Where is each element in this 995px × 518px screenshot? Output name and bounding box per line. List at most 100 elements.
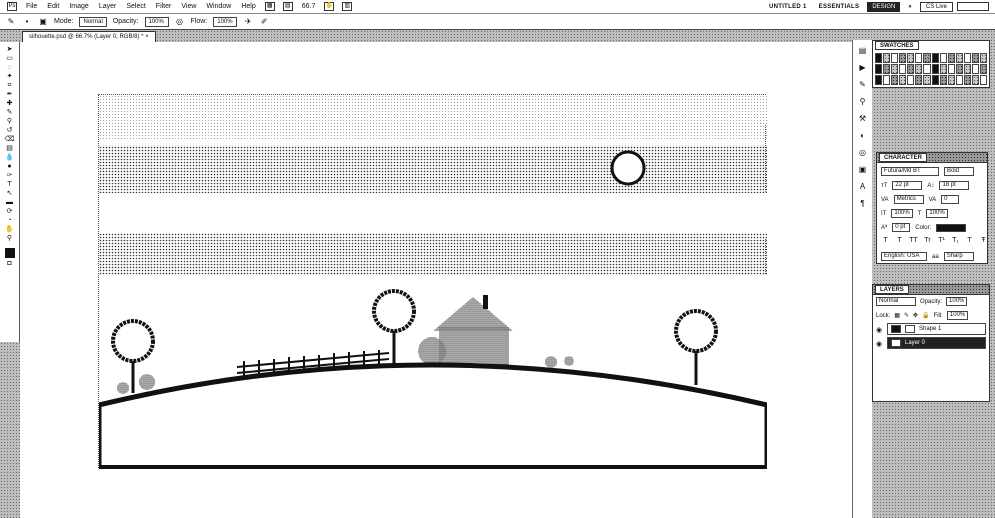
menu-window[interactable]: Window xyxy=(202,3,235,10)
brush-preset-icon[interactable]: ✎ xyxy=(6,17,16,27)
color-swatch[interactable] xyxy=(899,64,907,74)
anti-alias-select[interactable]: Sharp xyxy=(943,252,974,261)
more-workspaces-button[interactable]: » xyxy=(904,4,916,10)
font-family-select[interactable]: Futura/Md BT xyxy=(881,167,939,176)
color-swatch[interactable] xyxy=(899,75,907,85)
faux-bold-button[interactable]: T xyxy=(881,237,890,244)
color-swatch[interactable] xyxy=(955,64,963,74)
color-swatch[interactable] xyxy=(923,64,931,74)
workspace-essentials[interactable]: ESSENTIALS xyxy=(815,4,864,10)
color-swatch[interactable] xyxy=(883,75,891,85)
eraser-tool-icon[interactable]: ⌫ xyxy=(3,136,17,143)
menu-layer[interactable]: Layer xyxy=(95,3,121,10)
color-swatch[interactable] xyxy=(971,53,979,63)
cs-live-button[interactable]: CS Live xyxy=(919,1,953,12)
opacity-field[interactable]: 100% xyxy=(144,16,169,27)
blur-tool-icon[interactable]: 💧 xyxy=(3,154,17,161)
foreground-color-swatch[interactable] xyxy=(4,248,15,258)
color-swatch[interactable] xyxy=(971,64,979,74)
color-swatch[interactable] xyxy=(923,75,931,85)
crop-tool-icon[interactable]: ⌗ xyxy=(3,82,17,89)
color-swatch[interactable] xyxy=(923,53,931,63)
bridge-icon[interactable]: ▦ xyxy=(264,2,275,11)
adjustments-icon[interactable]: ◐ xyxy=(857,131,869,141)
tool-presets-icon[interactable]: ⚒ xyxy=(857,114,869,124)
brush-size-icon[interactable]: • xyxy=(22,17,32,27)
workspace-design-button[interactable]: DESIGN xyxy=(867,1,901,12)
document-tab[interactable]: silhouette.psd @ 66.7% (Layer 0, RGB/8) … xyxy=(22,31,156,42)
lasso-tool-icon[interactable]: ◌ xyxy=(3,64,17,71)
superscript-button[interactable]: T¹ xyxy=(937,237,946,244)
text-color-swatch[interactable] xyxy=(936,223,967,232)
language-select[interactable]: English: USA xyxy=(881,252,927,261)
brush-panel-icon[interactable]: ▣ xyxy=(38,17,48,27)
layer-opacity-field[interactable]: 100% xyxy=(946,297,968,306)
color-swatch[interactable] xyxy=(875,64,883,74)
baseline-shift-field[interactable]: 0 pt xyxy=(892,223,911,232)
horizontal-scale-field[interactable]: 100% xyxy=(926,209,948,218)
app-logo-icon[interactable]: Ps xyxy=(7,2,17,11)
menu-select[interactable]: Select xyxy=(122,3,149,10)
color-swatch[interactable] xyxy=(875,75,883,85)
color-swatch[interactable] xyxy=(907,53,915,63)
flow-field[interactable]: 100% xyxy=(213,16,238,27)
color-swatch[interactable] xyxy=(915,75,923,85)
color-swatch[interactable] xyxy=(891,53,899,63)
small-caps-button[interactable]: Tr xyxy=(923,237,932,244)
zoom-tool-icon[interactable]: ⚲ xyxy=(3,235,17,242)
color-swatch[interactable] xyxy=(891,64,899,74)
zoom-level[interactable]: 66.7 xyxy=(298,3,320,10)
color-swatch[interactable] xyxy=(947,75,955,85)
tracking-field[interactable]: 0 xyxy=(941,195,960,204)
path-select-tool-icon[interactable]: ↖ xyxy=(3,190,17,197)
color-swatch[interactable] xyxy=(939,64,947,74)
pressure-opacity-icon[interactable]: ◎ xyxy=(175,17,185,27)
color-swatch[interactable] xyxy=(947,53,955,63)
actions-icon[interactable]: ▶ xyxy=(857,63,869,73)
3d-rotate-tool-icon[interactable]: ⟳ xyxy=(3,208,17,215)
character-tab[interactable]: CHARACTER xyxy=(879,153,927,162)
color-swatch[interactable] xyxy=(963,64,971,74)
menu-help[interactable]: Help xyxy=(237,3,259,10)
shape-tool-icon[interactable]: ▬ xyxy=(3,199,17,206)
layers-tab[interactable]: LAYERS xyxy=(875,285,909,294)
color-swatch[interactable] xyxy=(931,53,939,63)
blend-mode-select[interactable]: Normal xyxy=(876,297,916,306)
font-style-select[interactable]: Bold xyxy=(944,167,974,176)
color-swatch[interactable] xyxy=(939,53,947,63)
color-swatch[interactable] xyxy=(891,75,899,85)
all-caps-button[interactable]: TT xyxy=(909,237,918,244)
styles-icon[interactable]: ▣ xyxy=(857,165,869,175)
color-swatch[interactable] xyxy=(883,64,891,74)
dodge-tool-icon[interactable]: ● xyxy=(3,163,17,170)
search-input[interactable] xyxy=(957,2,989,11)
type-tool-icon[interactable]: T xyxy=(3,181,17,188)
underline-button[interactable]: T xyxy=(965,237,974,244)
color-swatch[interactable] xyxy=(915,64,923,74)
color-swatch[interactable] xyxy=(963,53,971,63)
close-icon[interactable]: × xyxy=(145,34,149,40)
font-size-field[interactable]: 22 pt xyxy=(892,181,923,190)
faux-italic-button[interactable]: T xyxy=(895,237,904,244)
eye-icon[interactable]: ◉ xyxy=(876,340,882,348)
clone-source-icon[interactable]: ⚲ xyxy=(857,97,869,107)
color-swatch[interactable] xyxy=(915,53,923,63)
hand-tool-icon[interactable]: ✋ xyxy=(324,2,335,11)
strikethrough-button[interactable]: Ŧ xyxy=(979,237,988,244)
color-swatch[interactable] xyxy=(931,64,939,74)
color-swatch[interactable] xyxy=(979,75,987,85)
healing-tool-icon[interactable]: ✚ xyxy=(3,100,17,107)
marquee-tool-icon[interactable]: ▭ xyxy=(3,55,17,62)
eye-icon[interactable]: ◉ xyxy=(876,326,882,334)
menu-edit[interactable]: Edit xyxy=(43,3,63,10)
color-swatch[interactable] xyxy=(939,75,947,85)
color-swatch[interactable] xyxy=(971,75,979,85)
artwork-document[interactable] xyxy=(96,94,770,475)
masks-icon[interactable]: ◎ xyxy=(857,148,869,158)
move-tool-icon[interactable]: ➤ xyxy=(3,46,17,53)
lock-all-icon[interactable]: 🔒 xyxy=(922,312,929,319)
arrange-documents-icon[interactable]: ▥ xyxy=(342,2,353,11)
menu-filter[interactable]: Filter xyxy=(152,3,176,10)
gradient-tool-icon[interactable]: ▤ xyxy=(3,145,17,152)
color-swatch[interactable] xyxy=(907,64,915,74)
